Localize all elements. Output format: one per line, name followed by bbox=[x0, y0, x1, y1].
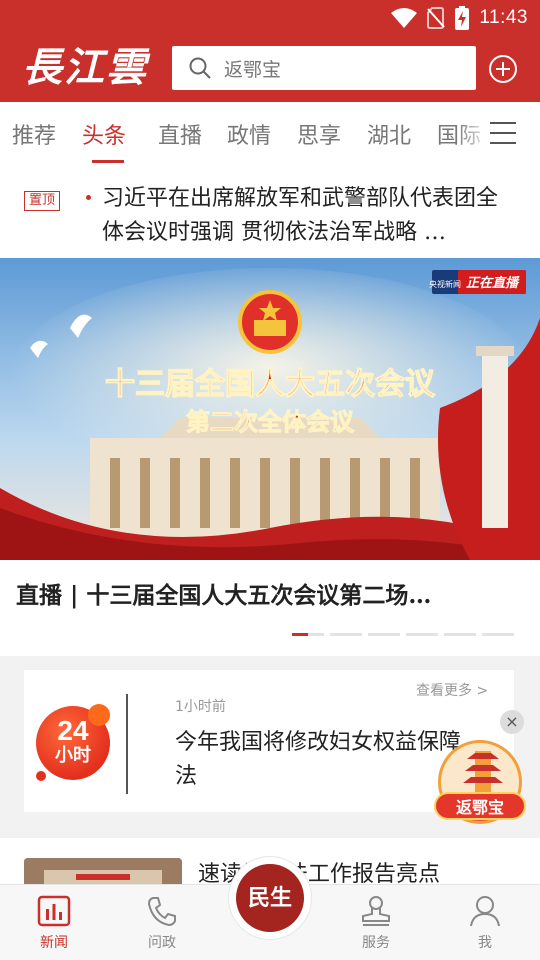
promo-floating-button[interactable]: 返鄂宝 bbox=[432, 734, 528, 830]
channel-tabs: 推荐 头条 直播 政情 思享 湖北 国际 bbox=[0, 102, 540, 164]
banner-caption[interactable]: 直播 | 十三届全国人大五次会议第二场… bbox=[16, 576, 526, 610]
search-placeholder: 返鄂宝 bbox=[224, 58, 282, 81]
nav-news-label: 新闻 bbox=[40, 935, 68, 951]
status-time: 11:43 bbox=[479, 7, 528, 28]
badge-decoration-dot bbox=[36, 771, 46, 781]
carousel-dot bbox=[482, 633, 514, 636]
phone-icon bbox=[147, 897, 176, 927]
nav-inquiry-label: 问政 bbox=[148, 935, 176, 951]
nav-me-label: 我 bbox=[478, 935, 492, 951]
badge-unit: 小时 bbox=[55, 745, 91, 766]
pinned-badge: 置顶 bbox=[24, 191, 61, 211]
news-24h-headline[interactable]: 今年我国将修改妇女权益保障法 bbox=[175, 726, 475, 794]
pinned-article[interactable]: 置顶 习近平在出席解放军和武警部队代表团全体会议时强调 贯彻依法治军战略 … bbox=[0, 176, 540, 258]
carousel-dot bbox=[406, 633, 438, 636]
nav-minsheng-button[interactable]: 民生 bbox=[236, 864, 304, 932]
close-icon[interactable]: × bbox=[500, 710, 524, 734]
card-divider bbox=[126, 694, 128, 794]
search-input[interactable]: 返鄂宝 bbox=[172, 46, 476, 90]
carousel-indicator bbox=[292, 633, 514, 636]
bullet-dot bbox=[86, 195, 91, 200]
add-circle-button[interactable] bbox=[488, 54, 518, 84]
tab-headlines[interactable]: 头条 bbox=[82, 118, 126, 150]
carousel-dot bbox=[368, 633, 400, 636]
nav-inquiry[interactable]: 问政 bbox=[132, 894, 192, 952]
app-logo: 長江雲 bbox=[22, 44, 148, 91]
nav-news[interactable]: 新闻 bbox=[24, 894, 84, 952]
carousel-dot bbox=[292, 633, 324, 636]
nav-me[interactable]: 我 bbox=[455, 894, 515, 952]
badge-decoration bbox=[88, 704, 110, 726]
banner-title-1: 十三届全国人大五次会议 bbox=[105, 367, 436, 402]
banner-image: 十三届全国人大五次会议 第二次全体会议 央视新闻 正在直播 bbox=[0, 258, 540, 560]
tab-live[interactable]: 直播 bbox=[158, 118, 202, 150]
pinned-headline: 习近平在出席解放军和武警部队代表团全体会议时强调 贯彻依法治军战略 … bbox=[102, 186, 499, 245]
carousel-dot bbox=[330, 633, 362, 636]
nav-services-label: 服务 bbox=[362, 935, 390, 951]
no-sim-icon bbox=[427, 7, 446, 29]
stamp-icon bbox=[362, 896, 390, 926]
tabs-fade bbox=[456, 102, 492, 164]
carousel-dot bbox=[444, 633, 476, 636]
nav-services[interactable]: 服务 bbox=[346, 894, 406, 952]
wifi-icon bbox=[391, 8, 418, 28]
person-icon bbox=[470, 896, 500, 927]
tab-politics[interactable]: 政情 bbox=[227, 118, 271, 150]
tab-recommend[interactable]: 推荐 bbox=[12, 118, 56, 150]
news-time: 1小时前 bbox=[175, 699, 226, 715]
top-bar: 11:43 長江雲 返鄂宝 bbox=[0, 0, 540, 102]
corner-logo-top: 央视新闻 bbox=[429, 279, 461, 289]
battery-charging-icon bbox=[455, 6, 470, 30]
corner-logo-main: 正在直播 bbox=[466, 275, 520, 291]
tab-hubei[interactable]: 湖北 bbox=[367, 118, 411, 150]
active-tab-indicator bbox=[92, 160, 124, 163]
promo-label: 返鄂宝 bbox=[434, 792, 526, 820]
news-chart-icon bbox=[37, 895, 71, 927]
banner-title-2: 第二次全体会议 bbox=[186, 407, 355, 436]
screen: 11:43 長江雲 返鄂宝 推荐 头条 直播 政情 思享 湖北 国际 置顶 习近… bbox=[0, 0, 540, 960]
hero-banner[interactable]: 十三届全国人大五次会议 第二次全体会议 央视新闻 正在直播 bbox=[0, 258, 540, 560]
search-icon bbox=[189, 57, 211, 79]
channel-menu-icon[interactable] bbox=[490, 122, 516, 146]
view-more-link[interactable]: 查看更多 > bbox=[416, 680, 488, 700]
status-bar: 11:43 bbox=[391, 6, 528, 30]
tab-thoughts[interactable]: 思享 bbox=[297, 118, 341, 150]
